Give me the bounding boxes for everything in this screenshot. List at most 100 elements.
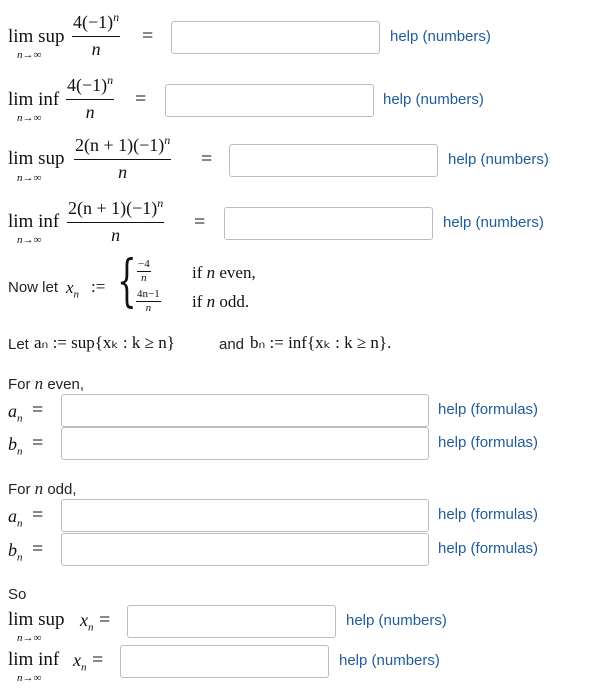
equals-sign: =: [32, 504, 44, 526]
a-n-label: an: [8, 401, 23, 425]
liminf-variable: xn: [73, 650, 87, 674]
limit-subscript: n→∞: [17, 172, 42, 184]
answer-input-limsup-1[interactable]: [171, 21, 380, 54]
fraction-exponent: n: [113, 10, 120, 24]
answer-input-limsup-2[interactable]: [229, 144, 438, 177]
limit-operator: lim sup: [8, 148, 65, 169]
definition-and-text: and: [219, 336, 245, 353]
equals-sign: =: [201, 148, 213, 170]
help-numbers-link[interactable]: help (numbers): [346, 612, 447, 629]
variable-subscript: n: [88, 621, 94, 634]
equals-sign: =: [194, 211, 206, 233]
even-b-n-input[interactable]: [61, 427, 429, 460]
a-n-label: an: [8, 506, 23, 530]
fraction-exponent: n: [107, 73, 114, 87]
help-numbers-link[interactable]: help (numbers): [443, 214, 544, 231]
variable-subscript: n: [73, 288, 80, 301]
answer-input-liminf-1[interactable]: [165, 84, 374, 117]
condition-prefix: if: [192, 292, 207, 311]
equals-sign: =: [32, 399, 44, 421]
odd-heading: For n odd,: [8, 479, 77, 499]
condition-variable: n: [206, 292, 216, 311]
label-letter: a: [8, 401, 17, 421]
heading-prefix: For: [8, 481, 35, 498]
label-letter: b: [8, 434, 17, 454]
equals-sign: =: [142, 25, 154, 47]
limit-operator: lim inf: [8, 89, 60, 110]
heading-variable: n: [34, 479, 44, 498]
equals-sign: =: [92, 649, 104, 671]
label-subscript: n: [17, 445, 23, 458]
final-liminf-input[interactable]: [120, 645, 329, 678]
condition-variable: n: [206, 263, 216, 282]
help-formulas-link[interactable]: help (formulas): [438, 434, 538, 451]
final-limsup-input[interactable]: [127, 605, 336, 638]
answer-input-liminf-2[interactable]: [224, 207, 433, 240]
fraction-denominator: n: [85, 102, 95, 122]
limit-fraction: 2(n + 1)(−1)n n: [67, 196, 165, 246]
heading-suffix: even,: [43, 376, 85, 393]
fraction-numerator: 4(−1): [73, 12, 114, 32]
help-formulas-link[interactable]: help (formulas): [438, 540, 538, 557]
help-formulas-link[interactable]: help (formulas): [438, 401, 538, 418]
help-formulas-link[interactable]: help (formulas): [438, 506, 538, 523]
case2-fraction: 4n−1 n: [136, 288, 161, 314]
liminf-operator: lim inf: [8, 649, 60, 670]
even-heading: For n even,: [8, 374, 84, 394]
b-definition: bₙ := inf{xₖ : k ≥ n}.: [250, 333, 392, 352]
case2-numerator: 4n−1: [136, 288, 161, 302]
case1-fraction: −4 n: [137, 258, 151, 284]
heading-variable: n: [34, 374, 44, 393]
case1-numerator: −4: [137, 258, 151, 272]
b-n-label: bn: [8, 540, 23, 564]
even-a-n-input[interactable]: [61, 394, 429, 427]
variable-x: x: [66, 278, 74, 297]
limit-subscript: n→∞: [17, 632, 42, 644]
heading-prefix: For: [8, 376, 35, 393]
help-numbers-link[interactable]: help (numbers): [448, 151, 549, 168]
fraction-denominator: n: [118, 162, 128, 182]
label-letter: a: [8, 506, 17, 526]
limsup-operator: lim sup: [8, 609, 65, 630]
heading-suffix: odd,: [43, 481, 77, 498]
odd-a-n-input[interactable]: [61, 499, 429, 532]
label-subscript: n: [17, 412, 23, 425]
equals-sign: =: [32, 538, 44, 560]
help-numbers-link[interactable]: help (numbers): [390, 28, 491, 45]
case1-condition: if n even,: [192, 263, 256, 283]
definition-lead-text: Let: [8, 336, 29, 353]
fraction-denominator: n: [111, 225, 121, 245]
condition-suffix: even,: [215, 263, 256, 282]
b-n-label: bn: [8, 434, 23, 458]
piecewise-variable: xn: [66, 278, 79, 300]
limit-subscript: n→∞: [17, 112, 42, 124]
limit-subscript: n→∞: [17, 49, 42, 61]
left-brace: {: [117, 249, 137, 314]
fraction-exponent: n: [164, 133, 171, 147]
fraction-denominator: n: [91, 39, 101, 59]
help-numbers-link[interactable]: help (numbers): [383, 91, 484, 108]
limit-operator: lim inf: [8, 211, 60, 232]
conclusion-lead-text: So: [8, 586, 27, 603]
equals-sign: =: [135, 88, 147, 110]
equals-sign: =: [99, 609, 111, 631]
a-definition: aₙ := sup{xₖ : k ≥ n}: [34, 333, 175, 352]
piecewise-lead-text: Now let: [8, 279, 59, 296]
variable-x: x: [73, 650, 81, 670]
assign-operator: :=: [91, 277, 106, 296]
fraction-numerator: 2(n + 1)(−1): [68, 198, 158, 218]
fraction-numerator: 4(−1): [67, 75, 108, 95]
limit-subscript: n→∞: [17, 672, 42, 684]
limit-operator: lim sup: [8, 26, 65, 47]
limit-subscript: n→∞: [17, 234, 42, 246]
odd-b-n-input[interactable]: [61, 533, 429, 566]
variable-x: x: [80, 610, 88, 630]
equals-sign: =: [32, 432, 44, 454]
condition-suffix: odd.: [215, 292, 250, 311]
case2-condition: if n odd.: [192, 292, 249, 312]
label-letter: b: [8, 540, 17, 560]
limit-fraction: 4(−1)n n: [66, 73, 115, 123]
limit-fraction: 4(−1)n n: [72, 10, 121, 60]
fraction-numerator: 2(n + 1)(−1): [75, 135, 165, 155]
help-numbers-link[interactable]: help (numbers): [339, 652, 440, 669]
